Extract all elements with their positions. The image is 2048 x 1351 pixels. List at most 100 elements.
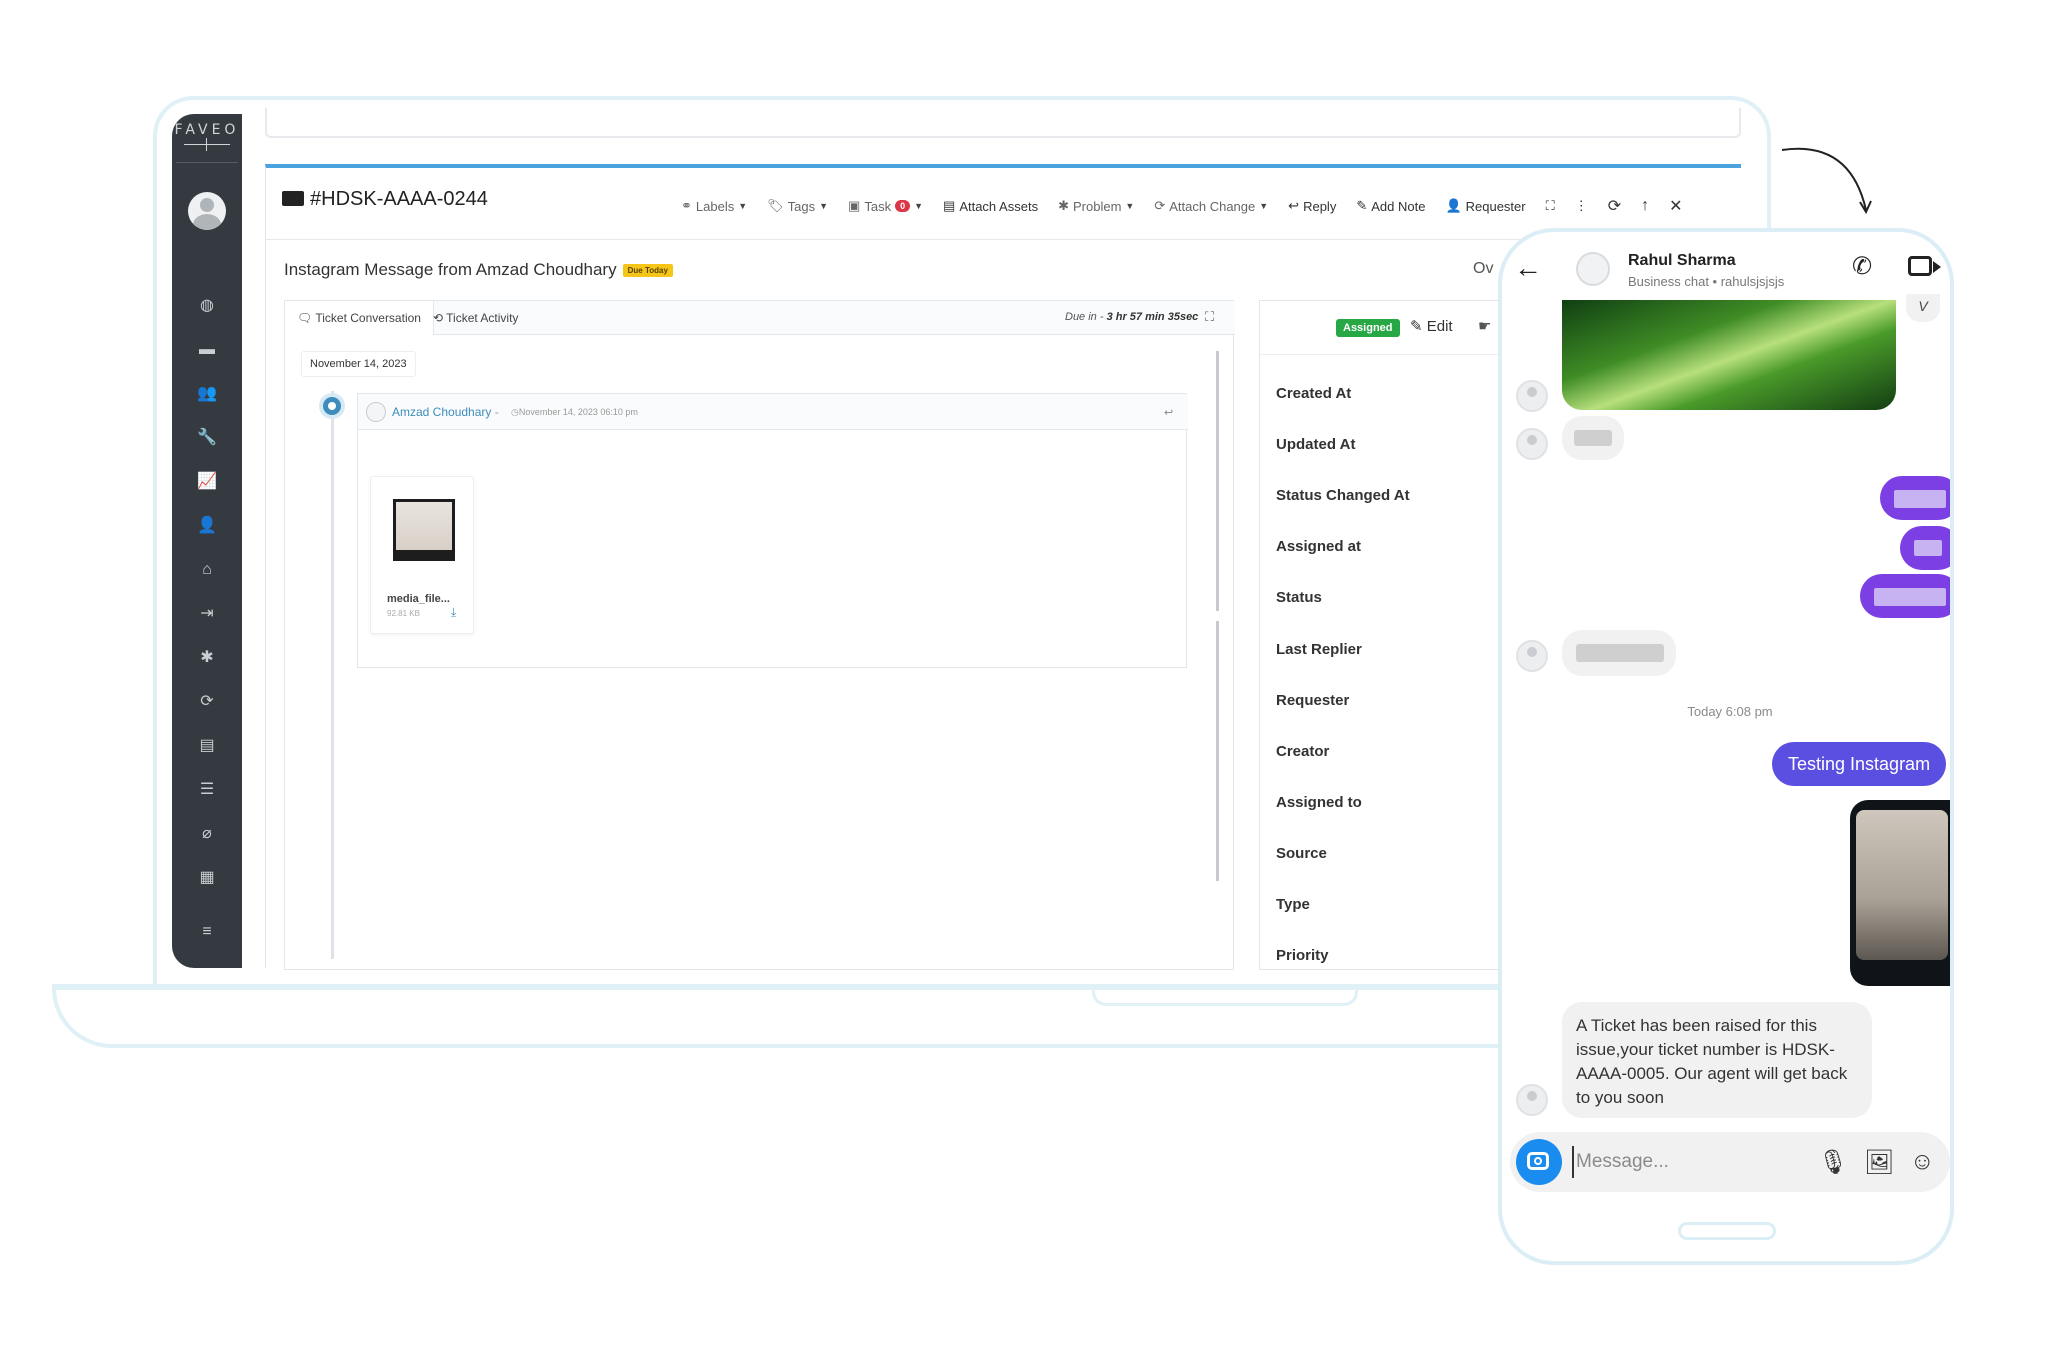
attach-change-label: Attach Change xyxy=(1169,198,1256,214)
phone-call-icon[interactable]: ✆ xyxy=(1852,252,1872,281)
users-icon[interactable]: 👥 xyxy=(172,384,242,404)
reply-button[interactable]: ↩ Reply xyxy=(1278,198,1346,214)
caret-down-icon: ▼ xyxy=(1259,201,1269,211)
tickets-icon[interactable]: ▬ xyxy=(172,340,242,360)
assets-icon: ▤ xyxy=(943,198,956,213)
user-settings-icon[interactable]: 👤 xyxy=(172,516,242,536)
kebab-icon: ⋮ xyxy=(1574,198,1588,213)
arrow-up-icon: ↑ xyxy=(1641,197,1650,214)
requester-label: Requester xyxy=(1465,198,1526,214)
labels-button[interactable]: ⚭ Labels ▼ xyxy=(671,198,757,214)
curved-arrow-icon xyxy=(1781,147,1872,215)
detail-assigned-to: Assigned to xyxy=(1276,794,1362,811)
message-input[interactable] xyxy=(1572,1146,1792,1178)
timeline-chat-icon xyxy=(319,393,345,419)
download-icon[interactable]: ⤓ xyxy=(451,605,456,620)
detail-updated-at: Updated At xyxy=(1276,436,1356,453)
labels-icon: ⚭ xyxy=(681,198,692,213)
ticket-id: #HDSK-AAAA-0244 xyxy=(282,188,488,211)
hand-icon[interactable]: ☛ xyxy=(1478,317,1491,335)
attachment-icon[interactable]: ⌀ xyxy=(172,824,242,844)
attach-change-button[interactable]: ⟳ Attach Change ▼ xyxy=(1144,198,1278,214)
message-time: ◷November 14, 2023 06:10 pm xyxy=(511,407,638,418)
due-in-value: 3 hr 57 min 35sec xyxy=(1106,311,1199,323)
attachment-thumbnail[interactable] xyxy=(393,499,455,561)
task-count-badge: 0 xyxy=(895,200,911,212)
scrollbar[interactable] xyxy=(1216,351,1219,611)
message-card: Amzad Choudhary - ◷November 14, 2023 06:… xyxy=(357,393,1188,668)
sync-icon[interactable]: ⟳ xyxy=(172,692,242,712)
tab-ticket-conversation[interactable]: 🗨 Ticket Conversation xyxy=(285,301,434,335)
edit-icon: ✎ xyxy=(1410,318,1427,335)
home-icon[interactable]: ⌂ xyxy=(172,560,242,580)
news-icon[interactable]: ▤ xyxy=(172,736,242,756)
logout-icon[interactable]: ⇥ xyxy=(172,604,242,624)
task-label: Task xyxy=(864,198,892,214)
tags-label: Tags xyxy=(787,198,816,214)
close-button[interactable]: ✕ xyxy=(1659,196,1692,216)
attachment-name: media_file... xyxy=(387,593,450,605)
bug-icon[interactable]: ✱ xyxy=(172,648,242,668)
sent-message[interactable]: Testing Instagram xyxy=(1772,742,1947,786)
chat-header: ← Rahul Sharma Business chat • rahulsjsj… xyxy=(1502,232,1950,302)
conversation-tabs: 🗨 Ticket Conversation ⟲ Ticket Activity … xyxy=(285,301,1235,335)
user-avatar[interactable] xyxy=(188,192,226,230)
tags-button[interactable]: 🏷 Tags ▼ xyxy=(757,198,838,214)
due-in-timer: Due in - 3 hr 57 min 35sec xyxy=(1065,311,1198,323)
message-author[interactable]: Amzad Choudhary - xyxy=(392,405,499,419)
ticket-icon xyxy=(282,191,304,206)
add-note-label: Add Note xyxy=(1371,198,1426,214)
requester-button[interactable]: 👤 Requester xyxy=(1435,198,1535,214)
contact-avatar[interactable] xyxy=(1576,252,1610,286)
calendar-icon: ▣ xyxy=(848,198,861,213)
detail-last-replier: Last Replier xyxy=(1276,641,1362,658)
sent-photo[interactable] xyxy=(1850,800,1950,986)
received-image[interactable] xyxy=(1562,300,1896,410)
more-button[interactable]: ⋮ xyxy=(1565,198,1598,214)
reply-icon[interactable]: ↩ xyxy=(1164,406,1173,419)
top-bar xyxy=(265,108,1741,138)
user-icon: 👤 xyxy=(1445,198,1462,213)
sender-avatar xyxy=(1516,1084,1548,1116)
add-note-button[interactable]: ✎ Add Note xyxy=(1346,198,1435,214)
laptop-base xyxy=(52,984,1732,1048)
problem-button[interactable]: ✱ Problem ▼ xyxy=(1048,198,1144,214)
detail-status: Status xyxy=(1276,589,1322,606)
task-button[interactable]: ▣ Task 0 ▼ xyxy=(838,198,933,214)
scroll-top-button[interactable]: ↑ xyxy=(1631,197,1659,215)
back-arrow-icon[interactable]: ← xyxy=(1514,252,1542,284)
video-call-icon[interactable] xyxy=(1908,256,1941,276)
attachment-size: 92.81 KB xyxy=(387,609,420,618)
refresh-button[interactable]: ⟳ xyxy=(1598,196,1631,216)
camera-icon[interactable] xyxy=(1516,1139,1562,1185)
logo-line xyxy=(184,144,230,145)
contact-name[interactable]: Rahul Sharma xyxy=(1628,252,1736,270)
fullscreen-button[interactable]: ⛶ xyxy=(1536,198,1565,214)
labels-label: Labels xyxy=(695,198,735,214)
redacted-text xyxy=(1914,540,1942,556)
tools-icon[interactable]: 🔧 xyxy=(172,428,242,448)
close-icon: ✕ xyxy=(1669,198,1683,215)
attach-assets-button[interactable]: ▤ Attach Assets xyxy=(933,198,1048,214)
contact-subtitle: Business chat • rahulsjsjsjs xyxy=(1628,274,1785,289)
scrollbar-lower[interactable] xyxy=(1216,621,1219,881)
edit-button[interactable]: ✎ Edit xyxy=(1410,317,1453,335)
detail-assigned-at: Assigned at xyxy=(1276,538,1362,555)
list-icon[interactable]: ≡ xyxy=(172,922,242,942)
clipboard-icon[interactable]: ▦ xyxy=(172,868,242,888)
sticker-icon[interactable]: ☺ xyxy=(1910,1148,1935,1176)
server-icon[interactable]: ☰ xyxy=(172,780,242,800)
redacted-text xyxy=(1894,490,1946,508)
history-icon: ⟲ xyxy=(433,311,447,325)
overview-tab-partial[interactable]: Ov xyxy=(1473,260,1493,278)
redacted-text xyxy=(1576,644,1664,662)
dashboard-icon[interactable]: ◍ xyxy=(172,296,242,316)
attachment-card[interactable]: media_file... 92.81 KB ⤓ xyxy=(370,476,474,634)
reports-icon[interactable]: 📈 xyxy=(172,472,242,492)
bot-reply-message[interactable]: A Ticket has been raised for this issue,… xyxy=(1562,1002,1872,1118)
author-separator: - xyxy=(491,405,499,419)
expand-icon[interactable]: ⛶ xyxy=(1205,309,1214,325)
gallery-icon[interactable]: 🖼 xyxy=(1864,1148,1894,1177)
microphone-icon[interactable]: 🎙 xyxy=(1818,1148,1848,1177)
tab-ticket-activity[interactable]: ⟲ Ticket Activity xyxy=(421,301,530,335)
